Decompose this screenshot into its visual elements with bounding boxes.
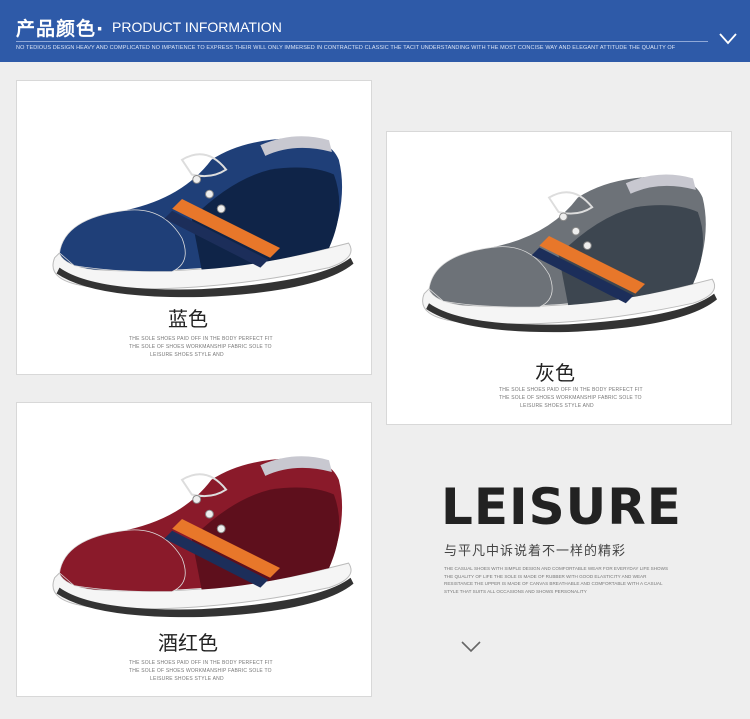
card-fine-text: THE SOLE SHOES PAID OFF IN THE BODY PERF… xyxy=(499,387,643,393)
header-title-en: PRODUCT INFORMATION xyxy=(112,19,282,35)
product-card-wine-red[interactable]: 酒红色 THE SOLE SHOES PAID OFF IN THE BODY … xyxy=(16,402,372,697)
card-fine-text: LEISURE SHOES STYLE AND xyxy=(520,403,594,409)
header-title-cn: 产品颜色· xyxy=(16,18,105,40)
shoe-eyelet xyxy=(205,189,214,199)
promo-paragraph: THE CASUAL SHOES WITH SIMPLE DESIGN AND … xyxy=(444,566,669,594)
shoe-eyelet xyxy=(583,241,592,250)
color-label-gray: 灰色 xyxy=(535,361,575,385)
color-label-blue: 蓝色 xyxy=(168,307,208,331)
promo-slogan: 与平凡中诉说着不一样的精彩 xyxy=(444,544,627,559)
shoe-eyelet xyxy=(216,524,226,534)
card-fine-text: THE SOLE SHOES PAID OFF IN THE BODY PERF… xyxy=(129,660,273,666)
promo-headline: LEISURE xyxy=(441,478,682,536)
card-fine-text: LEISURE SHOES STYLE AND xyxy=(150,676,224,682)
product-card-blue[interactable]: 蓝色 THE SOLE SHOES PAID OFF IN THE BODY P… xyxy=(16,80,372,375)
card-fine-text: THE SOLE OF SHOES WORKMANSHIP FABRIC SOL… xyxy=(129,668,272,674)
card-fine-text: THE SOLE OF SHOES WORKMANSHIP FABRIC SOL… xyxy=(129,344,272,350)
header-subtitle: NO TEDIOUS DESIGN HEAVY AND COMPLICATED … xyxy=(16,45,676,51)
card-fine-text: THE SOLE SHOES PAID OFF IN THE BODY PERF… xyxy=(129,336,273,342)
shoe-eyelet xyxy=(559,212,568,222)
chevron-down-icon xyxy=(461,641,481,653)
shoe-eyelet xyxy=(205,509,214,519)
card-fine-text: THE SOLE OF SHOES WORKMANSHIP FABRIC SOL… xyxy=(499,395,642,401)
card-fine-text: LEISURE SHOES STYLE AND xyxy=(150,352,224,358)
product-card-gray[interactable]: 灰色 THE SOLE SHOES PAID OFF IN THE BODY P… xyxy=(386,131,732,425)
color-label-wine-red: 酒红色 xyxy=(158,631,218,655)
shoe-eyelet xyxy=(192,174,202,184)
header-divider xyxy=(16,41,708,42)
chevron-down-icon xyxy=(719,33,737,45)
shoe-eyelet xyxy=(192,494,202,504)
shoe-eyelet xyxy=(216,204,226,214)
header-banner: 产品颜色· PRODUCT INFORMATION NO TEDIOUS DES… xyxy=(0,0,750,62)
shoe-eyelet xyxy=(571,226,581,236)
